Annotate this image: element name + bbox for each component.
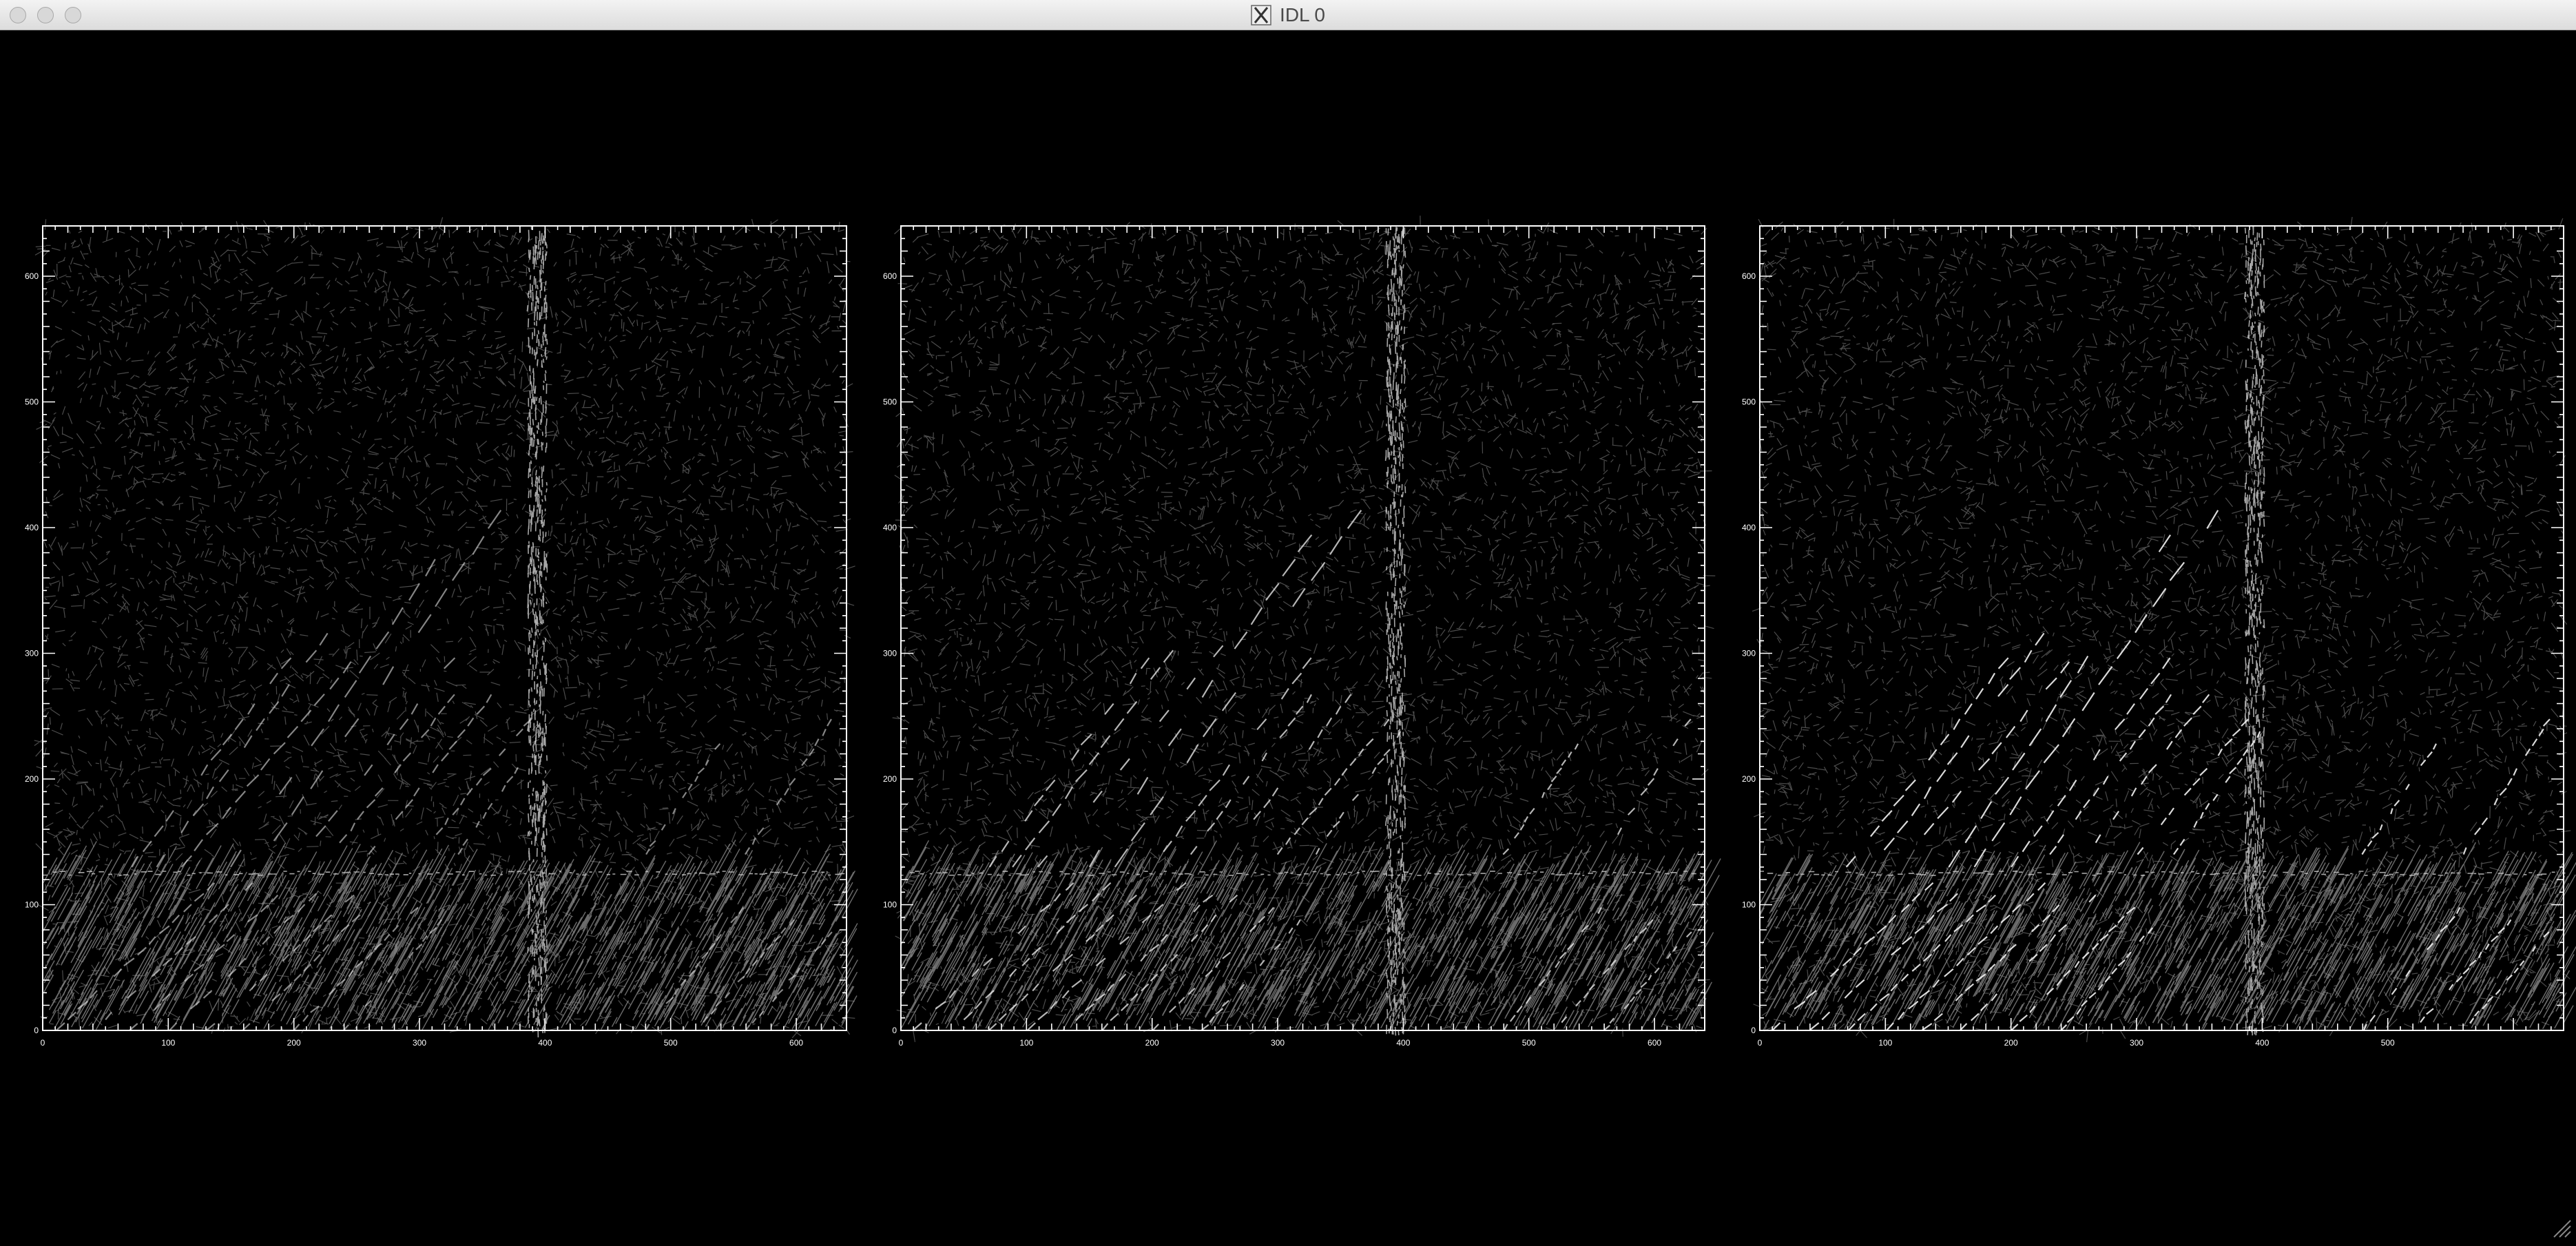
x-tick-label: 400 (538, 1038, 552, 1048)
y-tick-label: 400 (1742, 523, 1756, 532)
background-texture (1752, 216, 2571, 1043)
window-title: IDL 0 (1280, 4, 1325, 25)
axis-ticks (42, 225, 847, 1031)
x11-icon (1251, 5, 1271, 25)
x-tick-label: 100 (161, 1038, 175, 1048)
background-texture (892, 216, 1716, 1042)
diagonal-streaks (912, 510, 1692, 1031)
y-tick-label: 600 (883, 271, 897, 281)
y-tick-label: 500 (883, 397, 897, 407)
x-tick-label: 0 (41, 1038, 45, 1048)
x-tick-label: 600 (789, 1038, 803, 1048)
x-tick-label: 200 (2004, 1038, 2018, 1048)
y-tick-label: 500 (1742, 397, 1756, 407)
x-tick-label: 100 (1878, 1038, 1892, 1048)
lower-streak-field (901, 840, 1721, 1031)
panel-2: 0 100 200 300 400 500 600 0 100 200 300 400 500 600 (883, 216, 1721, 1048)
x-tick-label: 400 (1396, 1038, 1410, 1048)
y-tick-label: 600 (25, 271, 39, 281)
x-tick-label: 500 (1522, 1038, 1536, 1048)
y-tick-label: 300 (883, 649, 897, 658)
panel-3: 0 100 200 300 400 500 0 100 200 300 400 500 600 (1742, 216, 2576, 1048)
x-tick-label: 100 (1019, 1038, 1033, 1048)
axis-ticks (1759, 225, 2564, 1031)
plot-frame (900, 225, 1705, 1031)
window-titlebar[interactable]: IDL 0 (0, 0, 2576, 30)
window-title-group: IDL 0 (0, 0, 2576, 30)
plot-frame (1759, 225, 2564, 1031)
plots-svg: 0 100 200 300 400 500 600 0 100 200 300 400 500 600 0 1… (25, 216, 2576, 1048)
y-tick-label: 100 (1742, 900, 1756, 910)
y-tick-label: 400 (25, 523, 39, 532)
x-tick-label: 600 (1648, 1038, 1661, 1048)
y-tick-label: 100 (883, 900, 897, 910)
y-tick-label: 300 (1742, 649, 1756, 658)
x-tick-label: 500 (664, 1038, 678, 1048)
idl-graphics-window: 0 100 200 300 400 500 600 0 100 200 300 400 500 600 0 1… (0, 31, 2576, 1243)
y-tick-label: 200 (883, 774, 897, 784)
axis-ticks (900, 225, 1705, 1031)
x-tick-label: 500 (2381, 1038, 2395, 1048)
y-tick-label: 0 (34, 1026, 39, 1035)
panel-1: 0 100 200 300 400 500 600 0 100 200 300 400 500 600 (25, 217, 858, 1048)
x-tick-label: 200 (287, 1038, 301, 1048)
y-tick-label: 0 (892, 1026, 897, 1035)
x-tick-label: 200 (1145, 1038, 1159, 1048)
y-tick-label: 300 (25, 649, 39, 658)
y-tick-label: 0 (1751, 1026, 1756, 1035)
vertical-noise-band (1384, 227, 1406, 1036)
plot-frame (42, 225, 847, 1031)
x-tick-label: 300 (2130, 1038, 2143, 1048)
y-tick-label: 500 (25, 397, 39, 407)
vertical-noise-band (526, 226, 548, 1038)
x-tick-label: 400 (2255, 1038, 2269, 1048)
x-tick-label: 0 (1758, 1038, 1763, 1048)
y-tick-label: 600 (1742, 271, 1756, 281)
x-tick-label: 0 (899, 1038, 904, 1048)
x-tick-label: 300 (413, 1038, 426, 1048)
resize-grip-icon[interactable] (2547, 1214, 2572, 1238)
y-tick-label: 200 (1742, 774, 1756, 784)
y-tick-label: 400 (883, 523, 897, 532)
y-tick-label: 100 (25, 900, 39, 910)
y-tick-label: 200 (25, 774, 39, 784)
x-tick-label: 300 (1271, 1038, 1285, 1048)
lower-streak-field (1759, 842, 2576, 1030)
